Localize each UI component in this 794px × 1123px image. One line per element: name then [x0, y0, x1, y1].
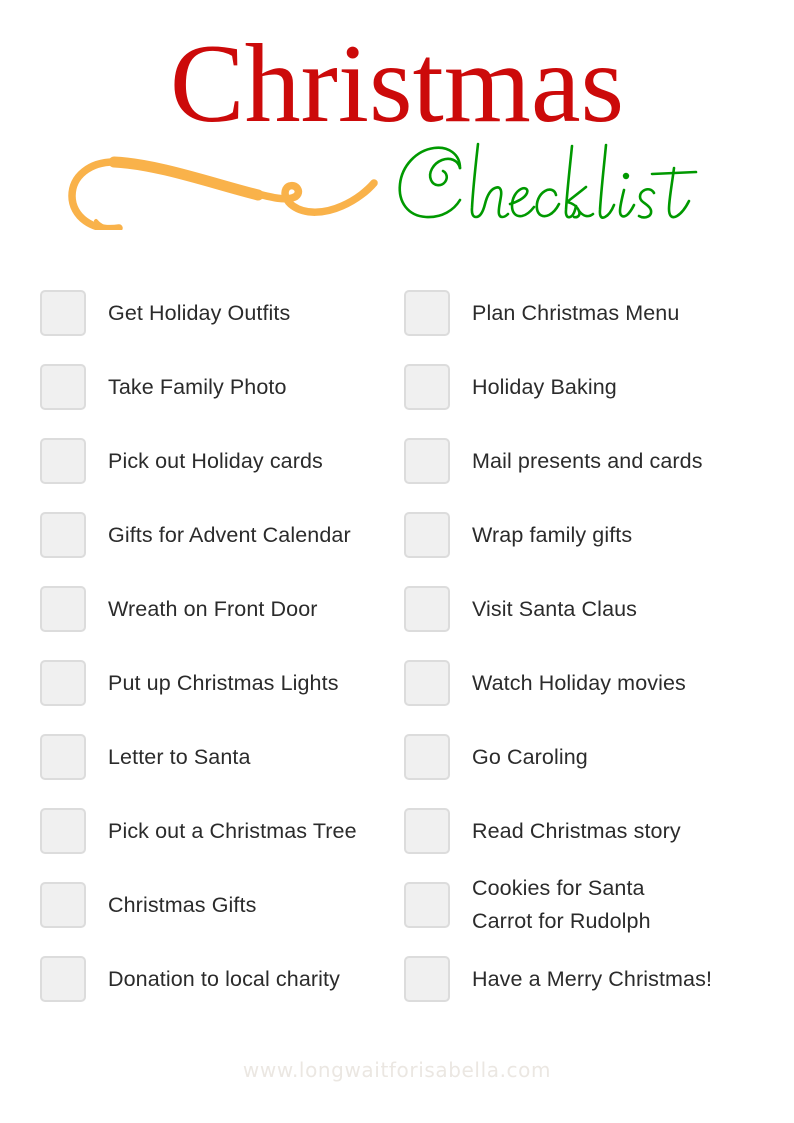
checklist-item-label: Pick out a Christmas Tree — [108, 819, 357, 843]
checklist-item-label: Cookies for Santa Carrot for Rudolph — [472, 876, 651, 933]
checkbox[interactable] — [404, 882, 450, 928]
checklist-item-label: Gifts for Advent Calendar — [108, 523, 351, 547]
checkbox[interactable] — [404, 438, 450, 484]
checklist-item-label: Wrap family gifts — [472, 523, 633, 547]
checklist-row[interactable]: Letter to Santa — [40, 720, 400, 794]
checkbox[interactable] — [404, 956, 450, 1002]
checkbox[interactable] — [404, 660, 450, 706]
page-header: Christmas — [0, 0, 794, 250]
checklist-row[interactable]: Have a Merry Christmas! — [404, 942, 764, 1016]
checkbox[interactable] — [404, 290, 450, 336]
checklist-item-label: Visit Santa Claus — [472, 597, 638, 621]
checklist-row[interactable]: Plan Christmas Menu — [404, 276, 764, 350]
checkbox[interactable] — [40, 512, 86, 558]
checklist-row[interactable]: Christmas Gifts — [40, 868, 400, 942]
checklist-item-label: Donation to local charity — [108, 967, 340, 991]
checklist-left-column: Get Holiday Outfits Take Family Photo Pick… — [40, 276, 400, 1016]
checklist-item-label: Plan Christmas Menu — [472, 301, 680, 325]
checkbox[interactable] — [40, 290, 86, 336]
checklist-item-label: Go Caroling — [472, 745, 588, 769]
checklist-row[interactable]: Pick out a Christmas Tree — [40, 794, 400, 868]
checkbox[interactable] — [404, 808, 450, 854]
checklist-row[interactable]: Go Caroling — [404, 720, 764, 794]
checklist-row[interactable]: Holiday Baking — [404, 350, 764, 424]
checkbox[interactable] — [40, 586, 86, 632]
checkbox[interactable] — [40, 808, 86, 854]
checklist-item-label: Get Holiday Outfits — [108, 301, 291, 325]
checklist-row[interactable]: Wreath on Front Door — [40, 572, 400, 646]
checkbox[interactable] — [404, 512, 450, 558]
checklist-item-label: Holiday Baking — [472, 375, 617, 399]
checkbox[interactable] — [40, 956, 86, 1002]
checklist-row[interactable]: Get Holiday Outfits — [40, 276, 400, 350]
checklist-item-label: Take Family Photo — [108, 375, 287, 399]
checklist-item-label: Read Christmas story — [472, 819, 681, 843]
checklist-item-label: Wreath on Front Door — [108, 597, 318, 621]
checklist-item-label: Christmas Gifts — [108, 893, 257, 917]
checklist-row[interactable]: Put up Christmas Lights — [40, 646, 400, 720]
page-footer: www.longwaitforisabella.com — [0, 1058, 794, 1082]
site-watermark: www.longwaitforisabella.com — [242, 1058, 552, 1082]
checkbox[interactable] — [404, 734, 450, 780]
checklist-item-label: Have a Merry Christmas! — [472, 967, 713, 991]
subtitle-row — [0, 132, 794, 242]
christmas-checklist-page: Christmas Get Holiday Outfits Take Famil… — [0, 0, 794, 1123]
checklist-row[interactable]: Gifts for Advent Calendar — [40, 498, 400, 572]
checklist-right-column: Plan Christmas Menu Holiday Baking Mail pr… — [404, 276, 764, 1016]
page-title-christmas: Christmas — [169, 22, 625, 146]
checkbox[interactable] — [40, 882, 86, 928]
checkbox[interactable] — [404, 364, 450, 410]
checklist-item-label: Pick out Holiday cards — [108, 449, 323, 473]
checklist-item-label: Letter to Santa — [108, 745, 251, 769]
checkbox[interactable] — [40, 660, 86, 706]
page-title-checklist-script — [398, 142, 698, 219]
orange-swash-flourish-icon — [68, 156, 378, 230]
checkbox[interactable] — [40, 364, 86, 410]
checkbox[interactable] — [40, 438, 86, 484]
checklist-row[interactable]: Cookies for Santa Carrot for Rudolph — [404, 868, 764, 942]
checklist-row[interactable]: Mail presents and cards — [404, 424, 764, 498]
checklist-row[interactable]: Visit Santa Claus — [404, 572, 764, 646]
checklist-row[interactable]: Watch Holiday movies — [404, 646, 764, 720]
checklist-row[interactable]: Wrap family gifts — [404, 498, 764, 572]
checklist-item-label: Put up Christmas Lights — [108, 671, 339, 695]
checklist-item-label: Mail presents and cards — [472, 449, 703, 473]
checklist-row[interactable]: Pick out Holiday cards — [40, 424, 400, 498]
checklist-item-label: Watch Holiday movies — [472, 671, 686, 695]
checkbox[interactable] — [40, 734, 86, 780]
checklist-row[interactable]: Read Christmas story — [404, 794, 764, 868]
checkbox[interactable] — [404, 586, 450, 632]
checklist-row[interactable]: Take Family Photo — [40, 350, 400, 424]
checklist-row[interactable]: Donation to local charity — [40, 942, 400, 1016]
